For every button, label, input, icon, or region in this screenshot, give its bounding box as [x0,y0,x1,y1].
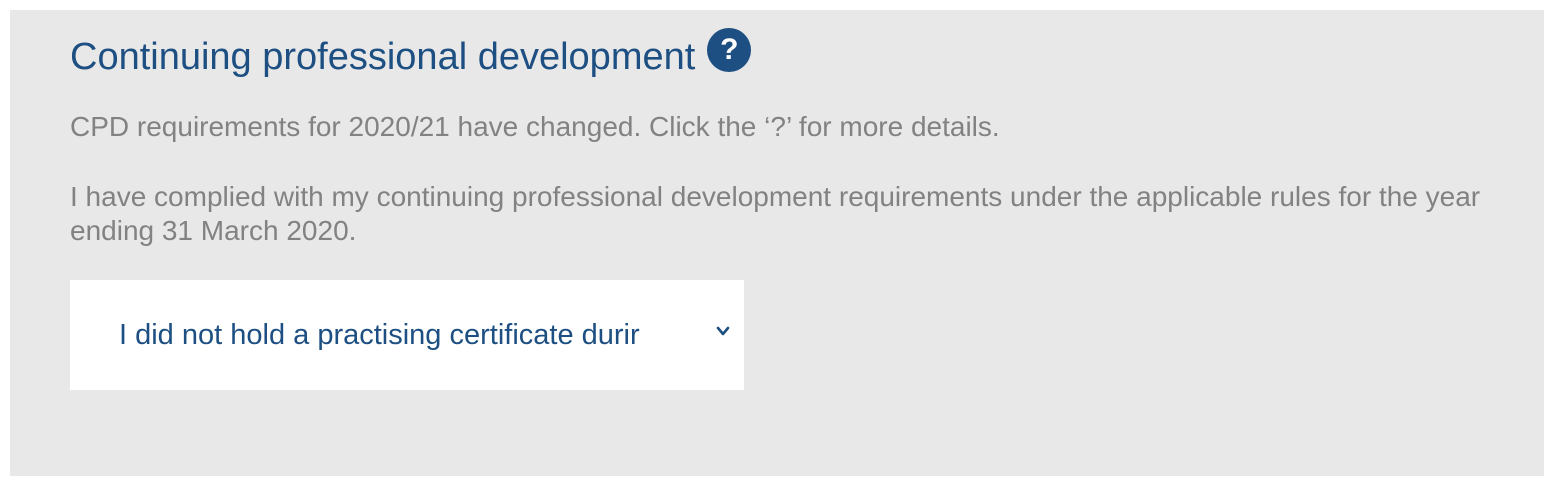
cpd-status-select[interactable]: I did not hold a practising certificate … [70,280,744,390]
section-title: Continuing professional development [70,36,696,78]
cpd-notice-text: CPD requirements for 2020/21 have change… [70,111,1000,142]
cpd-panel: Continuing professional development ? CP… [10,10,1544,476]
chevron-down-icon [716,326,730,336]
select-selected-value: I did not hold a practising certificate … [119,319,640,351]
help-icon[interactable]: ? [707,28,752,72]
heading-row: Continuing professional development ? [70,28,752,80]
cpd-statement-text: I have complied with my continuing profe… [70,181,1481,246]
